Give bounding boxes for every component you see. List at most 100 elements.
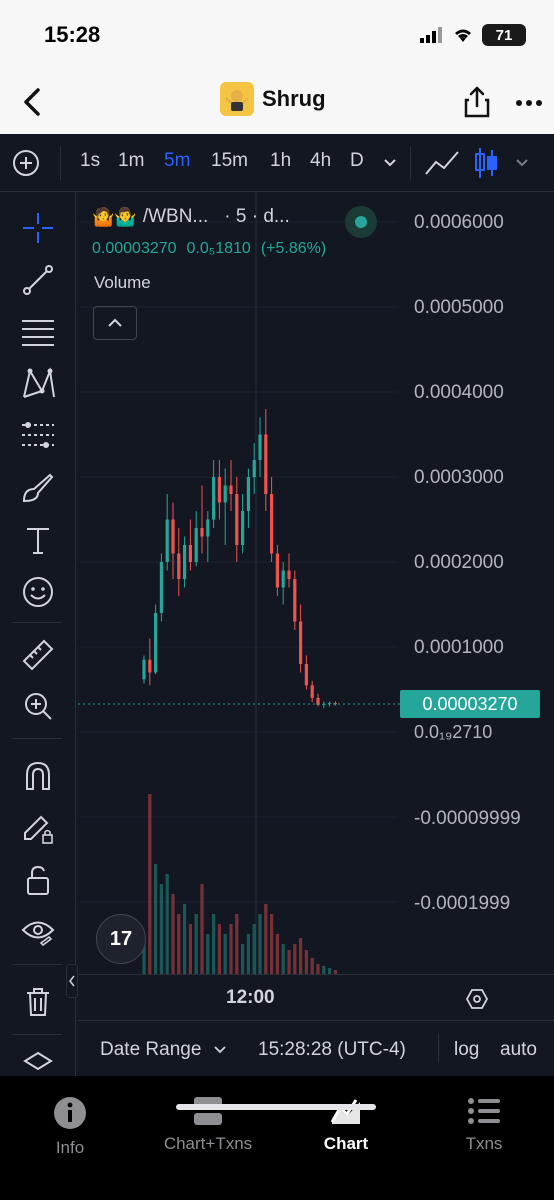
candle-body bbox=[310, 685, 314, 698]
forecast-icon[interactable] bbox=[18, 416, 58, 456]
interval-4h[interactable]: 4h bbox=[310, 150, 331, 172]
volume-bar bbox=[206, 934, 210, 974]
candle-body bbox=[212, 477, 216, 520]
volume-bar bbox=[229, 924, 233, 974]
candle-body bbox=[258, 434, 262, 460]
candle-body bbox=[270, 494, 274, 554]
candle-body bbox=[287, 570, 291, 579]
volume-bar bbox=[194, 914, 198, 974]
candle-body bbox=[148, 659, 152, 673]
layers-icon[interactable] bbox=[18, 1044, 58, 1076]
chevron-up-icon bbox=[108, 318, 122, 327]
text-icon[interactable] bbox=[18, 520, 58, 560]
candle-body bbox=[241, 511, 245, 545]
chart-widget: 1s 1m 5m 15m 1h 4h D bbox=[0, 134, 554, 1076]
price-axis-label: 0.0004000 bbox=[414, 382, 504, 403]
chart-bottom-bar: Date Range 15:28:28 (UTC-4) log auto bbox=[78, 1020, 554, 1076]
volume-bar bbox=[183, 904, 187, 974]
candle-body bbox=[304, 664, 308, 686]
candle-body bbox=[194, 528, 198, 562]
share-icon[interactable] bbox=[462, 84, 492, 120]
tab-label: Txns bbox=[465, 1134, 503, 1153]
emoji-icon[interactable] bbox=[18, 572, 58, 612]
volume-bar bbox=[217, 924, 221, 974]
trash-icon[interactable] bbox=[18, 982, 58, 1022]
ruler-icon[interactable] bbox=[18, 634, 58, 674]
timezone-clock[interactable]: 15:28:28 (UTC-4) bbox=[258, 1039, 406, 1061]
split-view-icon bbox=[194, 1097, 222, 1125]
date-range-label: Date Range bbox=[100, 1039, 202, 1060]
candle-body bbox=[206, 519, 210, 537]
volume-bar bbox=[188, 924, 192, 974]
volume-bar bbox=[148, 794, 152, 974]
trendline-icon[interactable] bbox=[18, 260, 58, 300]
volume-label: Volume bbox=[94, 273, 151, 292]
interval-1h[interactable]: 1h bbox=[270, 150, 291, 172]
candle-body bbox=[165, 519, 169, 562]
volume-bar bbox=[159, 884, 163, 974]
legend-values: 0.00003270 0.0₅1810 (+5.86%) bbox=[92, 240, 326, 258]
line-chart-type-icon[interactable] bbox=[424, 148, 460, 178]
chart-legend[interactable]: 🤷🤷‍♂️ /WBN... · 5 · d... bbox=[92, 206, 290, 228]
fib-lines-icon[interactable] bbox=[18, 312, 58, 352]
unlock-icon[interactable] bbox=[18, 860, 58, 900]
toolbar-divider bbox=[60, 146, 61, 180]
interval-1s[interactable]: 1s bbox=[80, 150, 100, 172]
volume-bar bbox=[322, 966, 326, 974]
chart-type-dropdown-icon[interactable] bbox=[514, 156, 530, 170]
chevron-left-icon bbox=[69, 975, 75, 987]
collapse-legend-button[interactable] bbox=[93, 306, 137, 340]
tradingview-logo-icon[interactable]: 17 bbox=[96, 914, 146, 964]
interval-5m[interactable]: 5m bbox=[164, 150, 190, 172]
volume-bar bbox=[154, 864, 158, 974]
interval-d[interactable]: D bbox=[350, 150, 364, 172]
page-title: Shrug bbox=[262, 86, 326, 111]
log-scale-toggle[interactable]: log bbox=[454, 1039, 479, 1061]
tab-txns[interactable]: Txns bbox=[414, 1096, 554, 1154]
candle-chart-type-icon[interactable] bbox=[472, 146, 500, 180]
tool-divider bbox=[12, 1034, 62, 1035]
time-axis-label: 12:00 bbox=[226, 987, 275, 1008]
lock-drawing-icon[interactable] bbox=[18, 808, 58, 848]
candle-body bbox=[229, 485, 233, 494]
candle-body bbox=[252, 460, 256, 477]
tool-divider bbox=[12, 964, 62, 965]
more-options-icon[interactable] bbox=[514, 88, 544, 118]
auto-scale-toggle[interactable]: auto bbox=[500, 1039, 537, 1061]
candle-body bbox=[223, 485, 227, 503]
battery-icon: 71 bbox=[482, 24, 526, 46]
volume-bar bbox=[316, 964, 320, 974]
candle-body bbox=[281, 570, 285, 588]
candle-body bbox=[264, 434, 268, 494]
info-icon bbox=[54, 1097, 86, 1129]
back-chevron-icon[interactable] bbox=[18, 84, 48, 120]
tab-info[interactable]: Info bbox=[0, 1096, 140, 1158]
volume-bar bbox=[270, 914, 274, 974]
crosshair-icon[interactable] bbox=[18, 208, 58, 248]
magnet-icon[interactable] bbox=[18, 756, 58, 796]
price-axis-label: 0.0001000 bbox=[414, 637, 504, 658]
interval-1m[interactable]: 1m bbox=[118, 150, 144, 172]
market-status-icon[interactable] bbox=[345, 206, 377, 238]
time-axis: 12:00 bbox=[78, 974, 554, 1020]
brush-icon[interactable] bbox=[18, 468, 58, 508]
candle-body bbox=[171, 519, 175, 554]
wifi-icon bbox=[455, 29, 471, 42]
zoom-in-icon[interactable] bbox=[18, 686, 58, 726]
volume-bar bbox=[275, 934, 279, 974]
collapse-toolbar-button[interactable] bbox=[66, 964, 78, 998]
volume-bar bbox=[165, 874, 169, 974]
volume-bar bbox=[299, 938, 303, 974]
drawing-toolbar bbox=[0, 192, 76, 1076]
interval-15m[interactable]: 15m bbox=[211, 150, 248, 172]
pattern-icon[interactable] bbox=[18, 364, 58, 404]
interval-dropdown-icon[interactable] bbox=[382, 156, 398, 170]
add-indicator-icon[interactable] bbox=[12, 149, 40, 177]
list-icon bbox=[468, 1098, 500, 1124]
date-range-button[interactable]: Date Range bbox=[100, 1039, 227, 1061]
eye-icon[interactable] bbox=[18, 912, 58, 952]
price-change: 0.0₅1810 bbox=[186, 240, 251, 257]
tab-label: Chart+Txns bbox=[163, 1134, 253, 1153]
chart-settings-icon[interactable] bbox=[465, 987, 489, 1011]
bottom-tab-bar: Info Chart+Txns Chart Txns bbox=[0, 1076, 554, 1200]
